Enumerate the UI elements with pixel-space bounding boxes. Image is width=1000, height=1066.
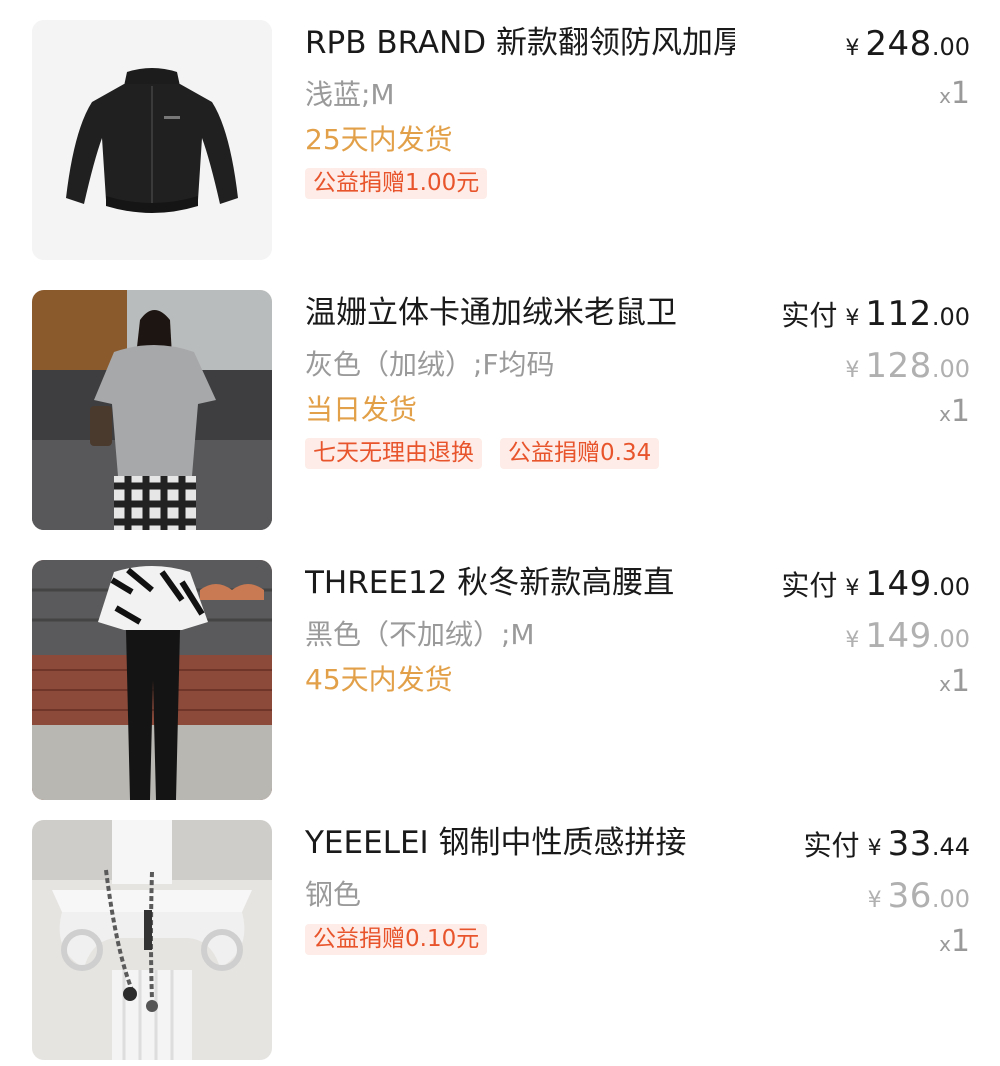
product-image-necklace[interactable] (32, 820, 272, 1060)
charity-tag: 公益捐赠0.34 (500, 438, 660, 469)
original-price-decimal: .00 (931, 625, 970, 653)
product-image-sweatshirt[interactable] (32, 290, 272, 530)
shipping-info: 45天内发货 (305, 663, 453, 696)
return-policy-tag: 七天无理由退换 (305, 438, 482, 469)
product-variant: 黑色（不加绒）;M (305, 618, 535, 651)
currency-symbol: ¥ (845, 576, 860, 601)
quantity-value: 1 (950, 924, 970, 959)
quantity-value: 1 (950, 394, 970, 429)
paid-label: 实付 (781, 569, 838, 602)
charity-tag: 公益捐赠1.00元 (305, 168, 488, 199)
product-image-puffer-jacket[interactable] (32, 20, 272, 260)
quantity-prefix: x (939, 672, 951, 696)
price-original: ¥ 128 .00 (845, 346, 970, 386)
product-variant: 浅蓝;M (305, 78, 395, 111)
currency-symbol: ¥ (845, 628, 860, 653)
sweatshirt-model-photo (32, 290, 272, 530)
price-paid: ¥ 248 .00 (845, 24, 970, 64)
currency-symbol: ¥ (845, 36, 860, 61)
service-tags: 公益捐赠0.10元 (305, 924, 488, 955)
quantity: x 1 (939, 924, 970, 959)
jeans-model-photo (32, 560, 272, 800)
paid-label: 实付 (803, 829, 860, 862)
price-integer: 33 (887, 824, 932, 864)
charity-tag: 公益捐赠0.10元 (305, 924, 488, 955)
jacket-illustration (32, 20, 272, 260)
price-decimal: .00 (931, 303, 970, 331)
quantity-prefix: x (939, 84, 951, 108)
quantity: x 1 (939, 394, 970, 429)
price-original: ¥ 36 .00 (868, 876, 970, 916)
original-price-integer: 128 (865, 346, 932, 386)
quantity-value: 1 (950, 664, 970, 699)
product-title[interactable]: 温姗立体卡通加绒米老鼠卫 (305, 292, 735, 334)
product-title[interactable]: RPB BRAND 新款翻领防风加厚 (305, 22, 735, 64)
price-integer: 112 (865, 294, 932, 334)
quantity-prefix: x (939, 402, 951, 426)
quantity: x 1 (939, 76, 970, 111)
product-variant: 钢色 (305, 878, 362, 911)
service-tags: 七天无理由退换 公益捐赠0.34 (305, 438, 660, 469)
product-title[interactable]: YEEELEI 钢制中性质感拼接 (305, 822, 735, 864)
price-paid: 实付 ¥ 112 .00 (781, 294, 970, 334)
original-price-decimal: .00 (931, 355, 970, 383)
order-item[interactable]: YEEELEI 钢制中性质感拼接 钢色 公益捐赠0.10元 实付 ¥ 33 .4… (0, 820, 1000, 1060)
product-variant: 灰色（加绒）;F均码 (305, 348, 555, 381)
currency-symbol: ¥ (845, 358, 860, 383)
price-integer: 149 (865, 564, 932, 604)
price-decimal: .00 (931, 33, 970, 61)
shipping-info: 25天内发货 (305, 123, 453, 156)
currency-symbol: ¥ (867, 836, 882, 861)
original-price-integer: 149 (865, 616, 932, 656)
product-title[interactable]: THREE12 秋冬新款高腰直 (305, 562, 735, 604)
price-decimal: .00 (931, 573, 970, 601)
order-item[interactable]: THREE12 秋冬新款高腰直 黑色（不加绒）;M 45天内发货 实付 ¥ 14… (0, 560, 1000, 800)
price-decimal: .44 (931, 833, 970, 861)
price-original: ¥ 149 .00 (845, 616, 970, 656)
original-price-decimal: .00 (931, 885, 970, 913)
quantity-value: 1 (950, 76, 970, 111)
quantity: x 1 (939, 664, 970, 699)
price-paid: 实付 ¥ 33 .44 (804, 824, 970, 864)
price-paid: 实付 ¥ 149 .00 (781, 564, 970, 604)
original-price-integer: 36 (887, 876, 932, 916)
order-item[interactable]: 温姗立体卡通加绒米老鼠卫 灰色（加绒）;F均码 当日发货 七天无理由退换 公益捐… (0, 290, 1000, 530)
shipping-info: 当日发货 (305, 393, 418, 426)
service-tags: 公益捐赠1.00元 (305, 168, 488, 199)
quantity-prefix: x (939, 932, 951, 956)
currency-symbol: ¥ (845, 306, 860, 331)
order-item[interactable]: RPB BRAND 新款翻领防风加厚 浅蓝;M 25天内发货 公益捐赠1.00元… (0, 20, 1000, 260)
paid-label: 实付 (781, 299, 838, 332)
necklace-photo (32, 820, 272, 1060)
price-integer: 248 (865, 24, 932, 64)
currency-symbol: ¥ (867, 888, 882, 913)
order-item-list: RPB BRAND 新款翻领防风加厚 浅蓝;M 25天内发货 公益捐赠1.00元… (0, 0, 1000, 1066)
product-image-jeans[interactable] (32, 560, 272, 800)
